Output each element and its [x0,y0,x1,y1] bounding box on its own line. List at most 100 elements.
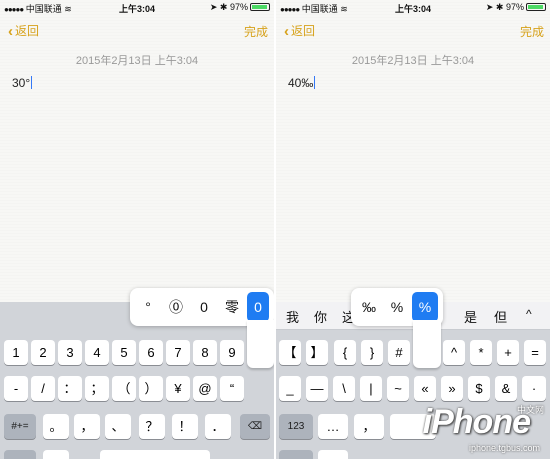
note-text: 30° [12,76,31,90]
key-question[interactable]: ？ [139,414,165,439]
key-6[interactable]: 6 [139,340,163,365]
battery-icon [526,3,546,11]
text-caret [314,76,316,89]
key-slash[interactable]: / [31,376,55,401]
popup-option-circled-zero[interactable]: ⓪ [163,292,189,322]
location-icon: ➤ [209,2,218,12]
popup-option-zero[interactable]: 0 [247,292,269,322]
site-watermark: 中文网 iPhone iphone.tgbus.com [376,401,546,457]
key-hash[interactable]: # [388,340,410,365]
bluetooth-icon: ✱ [219,2,228,12]
note-body[interactable]: 40‰ [288,76,316,90]
battery-percent: 97% [229,2,248,12]
key-4[interactable]: 4 [85,340,109,365]
key-ampersand[interactable]: & [495,376,517,401]
suggestion-shi[interactable]: 是 [464,307,477,326]
key-yen[interactable]: ¥ [166,376,190,401]
back-button[interactable]: ‹ 返回 [284,22,315,40]
chevron-left-icon: ‹ [8,23,13,40]
key-equals[interactable]: = [524,340,546,365]
back-label: 返回 [15,24,40,38]
key-more-symbols[interactable]: #+= [4,414,36,439]
key-3[interactable]: 3 [58,340,82,365]
key-asterisk[interactable]: * [470,340,492,365]
watermark-site: iphone.tgbus.com [468,443,540,453]
key-caret[interactable]: ^ [443,340,465,365]
percent-key-stem [413,320,441,368]
left-screen: ●●●●● 中国联通 ≋ 上午3:04 ➤ ✱ 97% ‹ 返回 完成 2015年… [0,0,274,459]
expand-suggestions-icon[interactable]: ^ [526,307,532,321]
key-left-lenticular[interactable]: 【 [279,340,301,365]
key-right-lenticular[interactable]: 】 [306,340,328,365]
key-2[interactable]: 2 [31,340,55,365]
location-icon: ➤ [485,2,494,12]
key-backslash[interactable]: \ [333,376,355,401]
watermark-brand: iPhone [422,403,531,441]
key-middle-dot[interactable]: · [522,376,546,401]
key-tilde[interactable]: ~ [387,376,409,401]
key-bottom-2[interactable] [43,450,69,459]
key-at[interactable]: @ [193,376,217,401]
key-em-dash[interactable]: — [306,376,328,401]
key-dollar[interactable]: $ [468,376,490,401]
key-period-cn[interactable]: 。 [43,414,69,439]
space-key[interactable] [100,450,210,459]
popup-option-fullwidth-percent[interactable]: % [384,292,410,322]
key-dot[interactable]: ． [205,414,231,439]
key-comma-cn[interactable]: ， [74,414,100,439]
status-bar: ●●●●● 中国联通 ≋ 上午3:04 ➤ ✱ 97% [0,0,274,15]
popup-option-fullwidth-zero[interactable]: 0 [191,292,217,322]
key-123[interactable]: 123 [279,414,313,439]
bluetooth-icon: ✱ [495,2,504,12]
delete-icon: ⌫ [247,421,263,432]
key-semicolon[interactable]: ； [85,376,109,401]
delete-key[interactable]: ⌫ [240,414,270,439]
text-caret [31,76,33,89]
key-left-brace[interactable]: { [334,340,356,365]
popup-option-degree[interactable]: ° [135,292,161,322]
popup-option-percent[interactable]: % [412,292,438,322]
suggestion-ni[interactable]: 你 [314,307,327,326]
key-1[interactable]: 1 [4,340,28,365]
note-date: 2015年2月13日 上午3:04 [75,55,199,67]
key-enum-comma[interactable]: 、 [105,414,131,439]
key-bottom-left[interactable] [279,450,313,459]
key-7[interactable]: 7 [166,340,190,365]
key-right-paren[interactable]: ） [139,376,163,401]
done-button[interactable]: 完成 [520,23,544,40]
suggestion-wo[interactable]: 我 [286,307,299,326]
key-plus[interactable]: + [497,340,519,365]
nav-bar: ‹ 返回 完成 [0,20,274,42]
note-date: 2015年2月13日 上午3:04 [351,55,475,67]
back-button[interactable]: ‹ 返回 [8,22,39,40]
key-right-guillemet[interactable]: » [441,376,463,401]
key-underscore[interactable]: _ [279,376,301,401]
popup-option-per-mille[interactable]: ‰ [356,292,382,322]
key-ellipsis[interactable]: … [318,414,348,439]
key-8[interactable]: 8 [193,340,217,365]
key-hyphen[interactable]: - [4,376,28,401]
key-bottom-left[interactable] [4,450,36,459]
done-button[interactable]: 完成 [244,23,268,40]
key-left-paren[interactable]: （ [112,376,136,401]
key-colon[interactable]: ： [58,376,82,401]
key-pipe[interactable]: | [360,376,382,401]
key-5[interactable]: 5 [112,340,136,365]
back-label: 返回 [291,24,316,38]
status-bar: ●●●●● 中国联通 ≋ 上午3:04 ➤ ✱ 97% [276,0,550,15]
key-right-brace[interactable]: } [361,340,383,365]
chevron-left-icon: ‹ [284,23,289,40]
note-text: 40‰ [288,76,314,90]
key-9[interactable]: 9 [220,340,244,365]
key-bottom-2[interactable] [318,450,348,459]
battery-percent: 97% [505,2,524,12]
key-exclaim[interactable]: ！ [172,414,198,439]
key-quote[interactable]: “ [220,376,244,401]
suggestion-dan[interactable]: 但 [494,307,507,326]
popup-option-ling[interactable]: 零 [219,292,245,322]
nav-bar: ‹ 返回 完成 [276,20,550,42]
note-body[interactable]: 30° [12,76,33,90]
battery-icon [250,3,270,11]
zero-key-stem [247,320,274,368]
key-left-guillemet[interactable]: « [414,376,436,401]
